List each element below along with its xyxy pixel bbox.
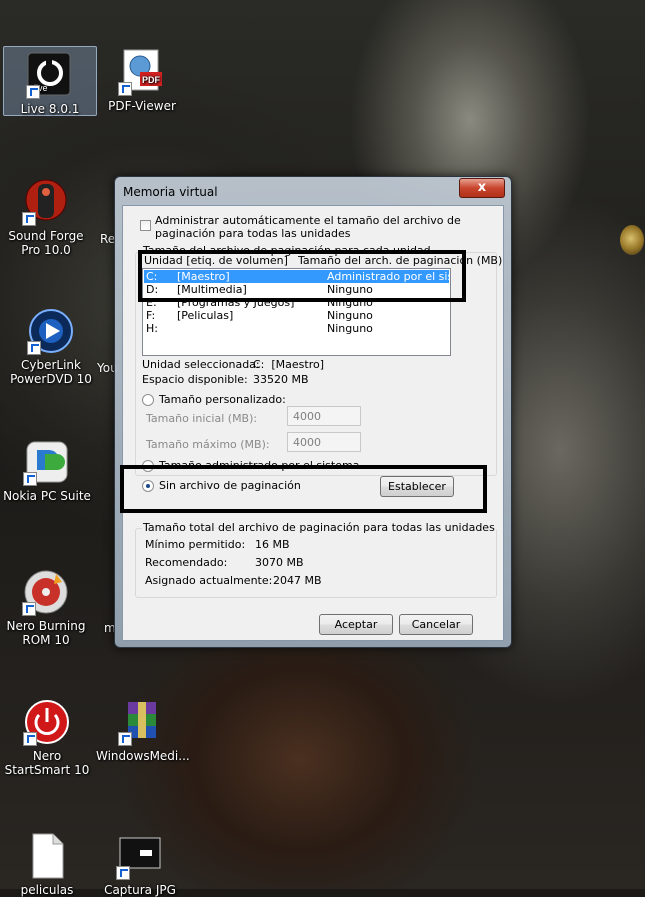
min-allowed-label: Mínimo permitido: — [145, 538, 246, 551]
nero-burning-icon — [22, 568, 70, 616]
highlight-box-drive-list — [138, 250, 466, 302]
desktop-icon-label: PDF-Viewer — [108, 99, 176, 113]
desktop-icon-powerdvd[interactable]: CyberLink PowerDVD 10 — [5, 307, 97, 386]
min-allowed-value: 16 MB — [255, 538, 290, 551]
available-space-label: Espacio disponible: — [142, 373, 248, 386]
nokia-pc-suite-icon — [23, 438, 71, 486]
max-size-input[interactable]: 4000 — [287, 432, 361, 452]
desktop-icon-nero-startsmart[interactable]: Nero StartSmart 10 — [1, 698, 93, 777]
initial-size-label: Tamaño inicial (MB): — [146, 412, 258, 425]
ableton-live-icon: live — [26, 51, 74, 99]
desktop-partial-label: Re — [100, 232, 116, 246]
drive-letter: F: — [146, 309, 156, 322]
desktop-icon-label: Live 8.0.1 — [20, 102, 80, 116]
desktop-icon-sound-forge[interactable]: Sound Forge Pro 10.0 — [0, 178, 92, 257]
desktop-icon-label: CyberLink PowerDVD 10 — [10, 358, 92, 386]
selected-drive-label: Unidad seleccionada: — [142, 358, 260, 371]
drive-row-h[interactable]: H: Ninguno — [144, 322, 449, 335]
dialog-titlebar[interactable]: Memoria virtual x — [115, 177, 511, 205]
desktop-icon-label: Nero Burning ROM 10 — [6, 619, 86, 647]
text-file-icon — [23, 832, 71, 880]
sound-forge-icon — [22, 178, 70, 226]
desktop-icon-label: Sound Forge Pro 10.0 — [8, 229, 84, 257]
auto-manage-label: Administrar automáticamente el tamaño de… — [155, 214, 461, 240]
pdf-viewer-icon: PDF — [118, 48, 166, 96]
desktop-icon-nero-burning[interactable]: Nero Burning ROM 10 — [0, 568, 92, 647]
desktop-icon-windowsmedia[interactable]: WindowsMedi... — [96, 698, 190, 763]
drive-letter: H: — [146, 322, 158, 335]
recommended-label: Recomendado: — [145, 556, 228, 569]
allocated-label: Asignado actualmente: — [145, 574, 273, 587]
ok-button[interactable]: Aceptar — [319, 614, 393, 635]
close-button[interactable]: x — [459, 178, 505, 198]
drive-size: Ninguno — [327, 309, 373, 322]
desktop-icon-captura[interactable]: Captura JPG — [94, 832, 186, 897]
image-file-icon — [116, 832, 164, 880]
drive-row-f[interactable]: F: [Peliculas] Ninguno — [144, 309, 449, 322]
cancel-button[interactable]: Cancelar — [399, 614, 473, 635]
auto-manage-checkbox[interactable] — [140, 220, 151, 231]
desktop-icon-peliculas[interactable]: peliculas — [1, 832, 93, 897]
wallpaper-creature-eye — [620, 225, 644, 255]
virtual-memory-dialog: Memoria virtual x Administrar automática… — [114, 176, 512, 648]
powerdvd-icon — [27, 307, 75, 355]
dialog-title: Memoria virtual — [123, 185, 218, 199]
highlight-box-no-paging — [120, 465, 487, 513]
custom-size-radio[interactable] — [142, 394, 154, 406]
desktop-icon-label: Nokia PC Suite — [3, 489, 91, 503]
winrar-archive-icon — [118, 698, 166, 746]
total-size-group-label: Tamaño total del archivo de paginación p… — [142, 521, 496, 534]
desktop-icon-label: WindowsMedi... — [96, 749, 190, 763]
nero-startsmart-icon — [23, 698, 71, 746]
available-space-value: 33520 MB — [253, 373, 309, 386]
selected-drive-value: C: [Maestro] — [253, 358, 325, 371]
desktop-icon-label: Nero StartSmart 10 — [4, 749, 90, 777]
drive-size: Ninguno — [327, 322, 373, 335]
desktop-icon-nokia[interactable]: Nokia PC Suite — [1, 438, 93, 503]
recommended-value: 3070 MB — [255, 556, 304, 569]
desktop-icon-label: peliculas — [20, 883, 74, 897]
allocated-value: 2047 MB — [273, 574, 322, 587]
initial-size-input[interactable]: 4000 — [287, 406, 361, 426]
desktop-icon-label: Captura JPG — [104, 883, 176, 897]
desktop-icon-live[interactable]: live Live 8.0.1 — [3, 46, 97, 116]
max-size-label: Tamaño máximo (MB): — [146, 438, 270, 451]
svg-text:PDF: PDF — [142, 75, 161, 85]
desktop-icon-pdf-viewer[interactable]: PDF PDF-Viewer — [96, 48, 188, 113]
drive-label: [Peliculas] — [177, 309, 234, 322]
custom-size-label: Tamaño personalizado: — [159, 393, 286, 406]
